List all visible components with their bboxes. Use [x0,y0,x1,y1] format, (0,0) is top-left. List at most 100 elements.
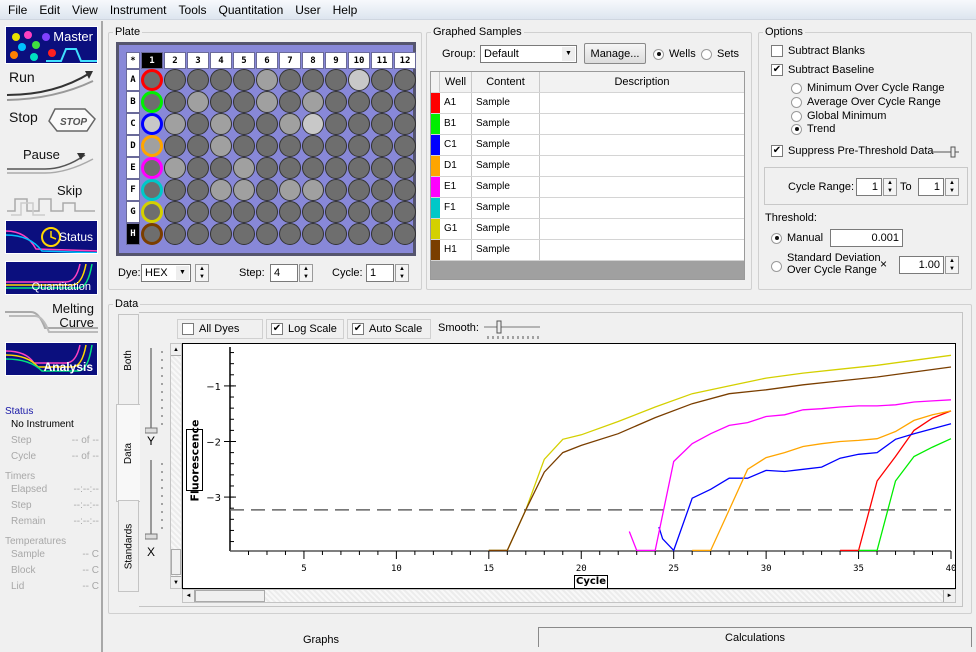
plate-well[interactable] [233,69,255,91]
stddev-radio[interactable] [771,260,787,273]
plate-well[interactable] [325,223,347,245]
plate-well[interactable] [256,91,278,113]
plate-well[interactable] [348,179,370,201]
description-cell[interactable] [540,156,744,176]
plate-column-header[interactable]: 3 [187,52,209,69]
plate-well[interactable] [187,135,209,157]
plate-well[interactable] [302,223,324,245]
tab-graphs[interactable]: Graphs [104,627,538,652]
menu-help[interactable]: Help [327,0,364,20]
radio-dot[interactable] [791,123,802,135]
cycle-spinner[interactable]: ▲ ▼ [395,264,409,282]
plate-column-header[interactable]: 8 [302,52,324,69]
table-row[interactable]: H1 Sample [431,240,744,261]
plate-column-header[interactable]: 4 [210,52,232,69]
plate-well[interactable] [164,157,186,179]
plate-well[interactable] [164,179,186,201]
plate-well[interactable] [256,223,278,245]
cycle-input[interactable]: 1 [366,264,394,282]
plate-well[interactable] [141,201,163,223]
x-zoom-slider[interactable] [145,458,169,542]
plate-well[interactable] [256,179,278,201]
plate-well[interactable] [302,135,324,157]
plate-well[interactable] [302,179,324,201]
plate-well[interactable] [187,113,209,135]
plate-well[interactable] [164,223,186,245]
plate-well[interactable] [187,201,209,223]
plate-column-header[interactable]: 7 [279,52,301,69]
smooth-slider[interactable] [482,319,542,341]
table-row[interactable]: G1 Sample [431,219,744,240]
plate-well[interactable] [371,179,393,201]
dye-select[interactable]: HEX ▼ [141,264,191,282]
plate-well[interactable] [141,135,163,157]
step-input[interactable]: 4 [270,264,298,282]
table-row[interactable]: C1 Sample [431,135,744,156]
plate-well[interactable] [394,223,416,245]
plate-column-header[interactable]: 2 [164,52,186,69]
spin-up-icon[interactable]: ▲ [199,266,205,272]
plate-well[interactable] [187,91,209,113]
content-column-header[interactable]: Content [472,72,540,92]
table-row[interactable]: D1 Sample [431,156,744,177]
radio-dot[interactable] [791,96,802,108]
manual-threshold-radio[interactable]: Manual [771,232,823,245]
plate-well[interactable] [325,69,347,91]
group-select[interactable]: Default ▼ [480,45,577,63]
plate-well[interactable] [233,179,255,201]
cycle-to-spinner[interactable]: ▲ ▼ [945,178,959,196]
scroll-right-icon[interactable]: ► [943,590,955,602]
wells-radio-dot[interactable] [653,48,664,60]
slider-thumb[interactable] [496,320,502,334]
plate-row-header[interactable]: G [126,201,140,223]
spin-up-icon[interactable]: ▲ [949,180,955,186]
horizontal-scrollbar[interactable]: ◄ ► [182,589,956,603]
plate-well[interactable] [141,69,163,91]
cycle-from-spinner[interactable]: ▲ ▼ [883,178,897,196]
plate-well[interactable] [371,157,393,179]
plate-well[interactable] [371,113,393,135]
plate-well[interactable] [302,113,324,135]
plate-well[interactable] [302,201,324,223]
plate-well[interactable] [141,113,163,135]
table-row[interactable]: F1 Sample [431,198,744,219]
description-cell[interactable] [540,219,744,239]
plate-well[interactable] [279,91,301,113]
plate-well[interactable] [210,135,232,157]
spin-down-icon[interactable]: ▼ [199,274,205,280]
chevron-down-icon[interactable]: ▼ [562,47,575,61]
baseline-average-radio[interactable]: Average Over Cycle Range [791,96,941,109]
spin-down-icon[interactable]: ▼ [303,274,309,280]
plate-well[interactable] [394,135,416,157]
plate-well[interactable] [141,223,163,245]
plate-well[interactable] [325,179,347,201]
menu-instrument[interactable]: Instrument [104,0,173,20]
plate-column-header[interactable]: 11 [371,52,393,69]
plate-well[interactable] [210,113,232,135]
plate-row-header[interactable]: C [126,113,140,135]
tab-calculations[interactable]: Calculations [538,627,972,647]
plate-well[interactable] [279,69,301,91]
plate-well[interactable] [302,69,324,91]
plate-well[interactable] [302,91,324,113]
plate-well[interactable] [394,201,416,223]
spin-down-icon[interactable]: ▼ [949,188,955,194]
plate-well[interactable] [279,201,301,223]
plate-well[interactable] [371,69,393,91]
spin-up-icon[interactable]: ▲ [887,180,893,186]
all-dyes-check[interactable] [182,323,194,335]
plate-well[interactable] [233,223,255,245]
log-scale-checkbox[interactable]: ✔ Log Scale [266,319,344,339]
spin-down-icon[interactable]: ▼ [887,188,893,194]
menu-edit[interactable]: Edit [33,0,66,20]
analysis-button[interactable]: Analysis [5,342,98,376]
subtract-baseline-checkbox[interactable]: ✔ Subtract Baseline [771,64,874,77]
plate-well[interactable] [210,69,232,91]
plate-row-header[interactable]: A [126,69,140,91]
plate-well[interactable] [256,113,278,135]
dye-spinner[interactable]: ▲ ▼ [195,264,209,282]
plate-well[interactable] [371,223,393,245]
plate-column-header[interactable]: 12 [394,52,416,69]
plate-row-header[interactable]: D [126,135,140,157]
description-cell[interactable] [540,177,744,197]
